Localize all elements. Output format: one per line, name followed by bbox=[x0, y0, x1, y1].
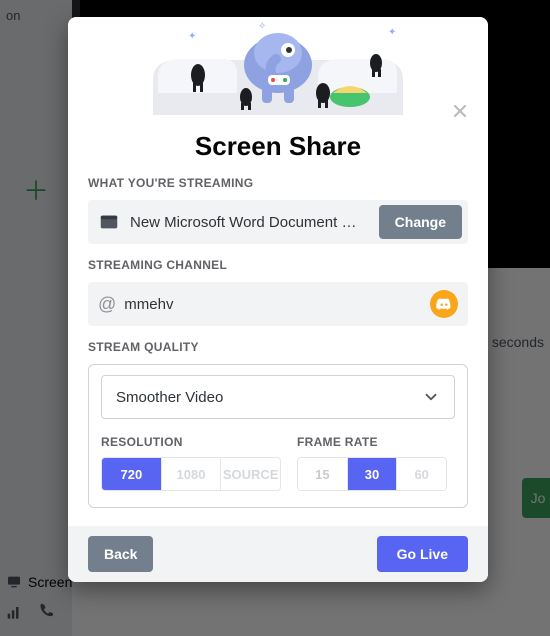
couch-illustration bbox=[128, 17, 428, 125]
at-icon: @ bbox=[98, 294, 116, 315]
framerate-option-30[interactable]: 30 bbox=[348, 458, 398, 490]
quality-preset-selected: Smoother Video bbox=[116, 389, 422, 406]
framerate-segmented: 15 30 60 bbox=[297, 457, 447, 491]
close-button[interactable] bbox=[446, 97, 474, 125]
screen-share-modal: ✦ ✦ ✧ Screen Share WHAT YOU'RE STREAMING… bbox=[68, 17, 488, 582]
back-button[interactable]: Back bbox=[88, 536, 153, 572]
resolution-option-720[interactable]: 720 bbox=[102, 458, 162, 490]
star-icon: ✦ bbox=[188, 31, 196, 42]
modal-title: Screen Share bbox=[68, 131, 488, 162]
framerate-option-15[interactable]: 15 bbox=[298, 458, 348, 490]
star-icon: ✧ bbox=[258, 21, 266, 32]
stream-quality-label: STREAM QUALITY bbox=[68, 340, 488, 354]
quality-preset-dropdown[interactable]: Smoother Video bbox=[101, 375, 455, 419]
star-icon: ✦ bbox=[388, 27, 396, 38]
resolution-label: RESOLUTION bbox=[101, 435, 297, 449]
discord-badge bbox=[430, 290, 458, 318]
close-icon bbox=[450, 101, 470, 121]
streaming-channel-label: STREAMING CHANNEL bbox=[68, 258, 488, 272]
modal-footer: Back Go Live bbox=[68, 526, 488, 582]
resolution-option-1080[interactable]: 1080 bbox=[162, 458, 222, 490]
streaming-app-row: New Microsoft Word Document … Change bbox=[88, 200, 468, 244]
change-button[interactable]: Change bbox=[379, 205, 462, 239]
chevron-down-icon bbox=[422, 388, 440, 406]
window-icon bbox=[98, 211, 120, 233]
streaming-channel-name: mmehv bbox=[124, 296, 422, 313]
framerate-label: FRAME RATE bbox=[297, 435, 378, 449]
go-live-button[interactable]: Go Live bbox=[377, 536, 468, 572]
streaming-channel-row[interactable]: @ mmehv bbox=[88, 282, 468, 326]
resolution-option-source[interactable]: SOURCE bbox=[221, 458, 280, 490]
streaming-app-label: WHAT YOU'RE STREAMING bbox=[68, 176, 488, 190]
discord-icon bbox=[436, 296, 452, 312]
streaming-app-name: New Microsoft Word Document … bbox=[130, 214, 369, 231]
resolution-segmented: 720 1080 SOURCE bbox=[101, 457, 281, 491]
framerate-option-60[interactable]: 60 bbox=[397, 458, 446, 490]
stream-quality-box: Smoother Video RESOLUTION FRAME RATE 720… bbox=[88, 364, 468, 508]
modal-hero-illustration: ✦ ✦ ✧ bbox=[68, 17, 488, 125]
